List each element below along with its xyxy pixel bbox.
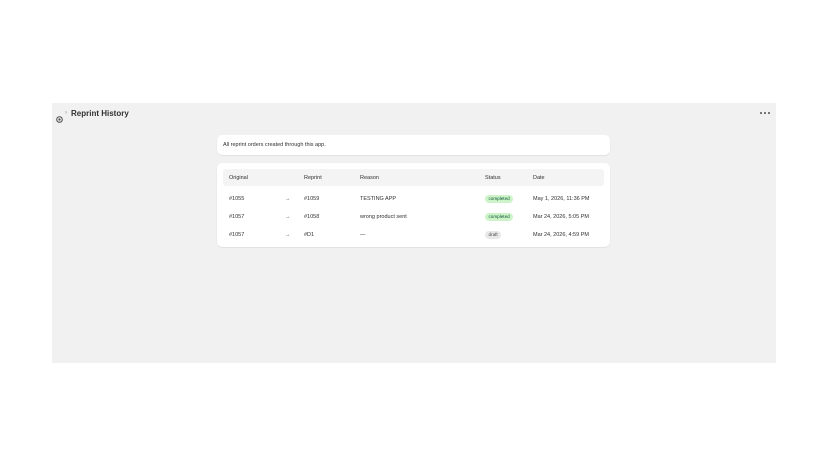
reprint-table: Original Reprint Reason Status Date #105… — [217, 163, 610, 247]
reprint-order-link[interactable]: #1059 — [304, 195, 319, 203]
status-badge: draft — [485, 231, 502, 239]
date-text: Mar 24, 2026, 5:05 PM — [533, 214, 589, 220]
table-header: Original Reprint Reason Status Date — [223, 169, 604, 186]
title-bar: › Reprint History — [52, 103, 776, 124]
original-order-link[interactable]: #1055 — [229, 195, 244, 203]
column-header-status: Status — [485, 174, 501, 181]
column-header-reason: Reason — [360, 174, 379, 181]
breadcrumb-separator: › — [65, 110, 67, 116]
reprint-order-link[interactable]: #D1 — [304, 231, 314, 239]
column-header-reprint: Reprint — [304, 174, 322, 181]
table-row[interactable]: #1055 → #1059 TESTING APP completed May … — [223, 190, 604, 208]
arrow-right-icon: → — [285, 196, 291, 202]
status-badge: completed — [485, 195, 514, 203]
table-row[interactable]: #1057 → #D1 — draft Mar 24, 2026, 4:59 P… — [223, 226, 604, 244]
date-text: Mar 24, 2026, 4:59 PM — [533, 232, 589, 238]
arrow-right-icon: → — [285, 232, 291, 238]
table-row[interactable]: #1057 → #1058 wrong product sent complet… — [223, 208, 604, 226]
arrow-right-icon: → — [285, 214, 291, 220]
reprint-order-link[interactable]: #1058 — [304, 213, 319, 221]
column-header-date: Date — [533, 174, 545, 181]
status-badge: completed — [485, 213, 514, 221]
date-text: May 1, 2026, 11:36 PM — [533, 196, 590, 202]
original-order-link[interactable]: #1057 — [229, 231, 244, 239]
reason-text: TESTING APP — [360, 196, 397, 202]
more-actions-button[interactable] — [760, 109, 770, 117]
original-order-link[interactable]: #1057 — [229, 213, 244, 221]
app-frame: › Reprint History All reprint orders cre… — [52, 103, 776, 363]
column-header-original: Original — [229, 174, 248, 181]
page-title: Reprint History — [71, 109, 129, 118]
reason-text: — — [360, 232, 366, 238]
info-text: All reprint orders created through this … — [223, 142, 326, 148]
more-horizontal-icon — [760, 112, 762, 114]
app-icon[interactable] — [56, 110, 63, 123]
reason-text: wrong product sent — [360, 214, 407, 220]
info-banner: All reprint orders created through this … — [217, 135, 610, 155]
